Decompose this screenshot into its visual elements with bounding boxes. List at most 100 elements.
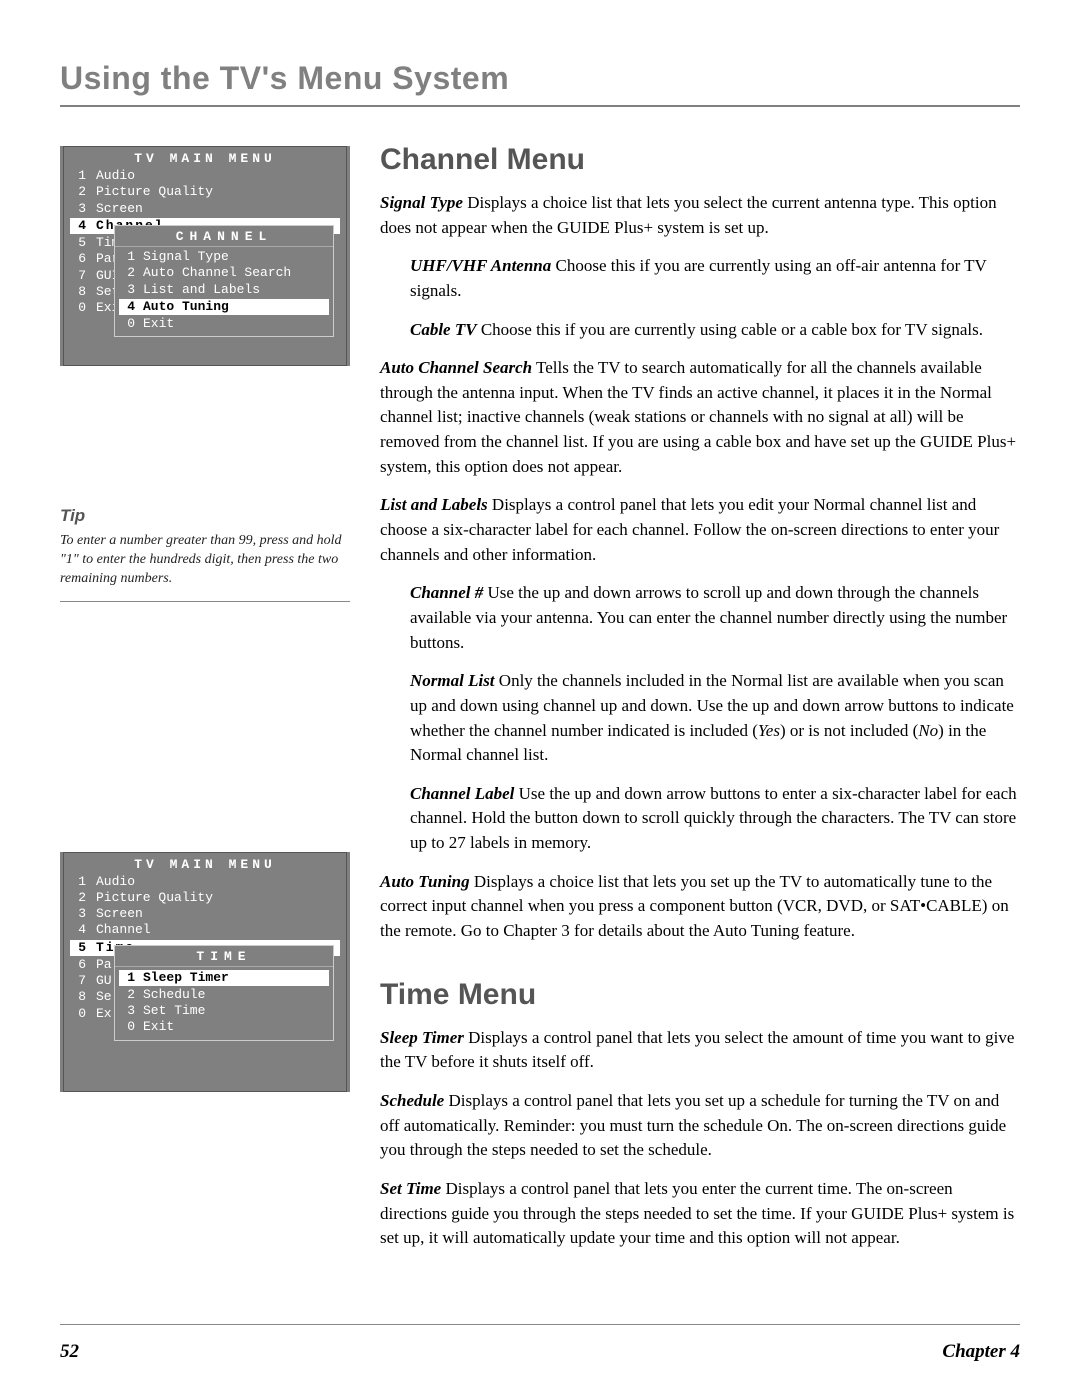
menu-item-number: 7 <box>74 268 86 284</box>
menu-item-label: Screen <box>96 201 336 217</box>
menu-item-number: 6 <box>74 251 86 267</box>
menu-item-label: Channel <box>96 922 336 938</box>
time-menu-heading: Time Menu <box>380 978 1020 1012</box>
menu-item-number: 4 <box>74 922 86 938</box>
channel-submenu: CHANNEL 1 Signal Type2Auto Channel Search… <box>114 225 334 337</box>
paragraph: List and Labels Displays a control panel… <box>380 493 1020 567</box>
menu-item-number: 1 <box>123 249 135 265</box>
divider <box>60 601 350 602</box>
emphasis: Yes <box>758 721 780 740</box>
submenu-item: 1 Signal Type <box>121 249 327 265</box>
term-channel-number: Channel # <box>410 583 483 602</box>
paragraph: Channel Label Use the up and down arrow … <box>410 782 1020 856</box>
divider <box>60 1324 1020 1325</box>
main-menu-item: 3 Screen <box>72 906 338 922</box>
menu-item-label: Screen <box>96 906 336 922</box>
menu-item-number: 8 <box>74 284 86 300</box>
text: Choose this if you are currently using c… <box>477 320 983 339</box>
submenu-item: 3 Set Time <box>121 1003 327 1019</box>
page-number: 52 <box>60 1341 79 1363</box>
main-menu-item: 2 Picture Quality <box>72 184 338 200</box>
time-submenu: TIME 1Sleep Timer2Schedule3 Set Time0Exit <box>114 945 334 1041</box>
paragraph: Signal Type Displays a choice list that … <box>380 191 1020 240</box>
submenu-item: 2Schedule <box>121 987 327 1003</box>
menu-item-number: 0 <box>123 1019 135 1035</box>
menu-item-number: 5 <box>74 940 86 956</box>
menu-item-number: 3 <box>74 201 86 217</box>
time-submenu-title: TIME <box>115 946 333 967</box>
term-list-and-labels: List and Labels <box>380 495 488 514</box>
menu-item-number: 8 <box>74 989 86 1005</box>
menu-item-number: 2 <box>74 890 86 906</box>
menu-item-label: List and Labels <box>143 282 325 298</box>
menu-item-label: Audio <box>96 874 336 890</box>
text: Displays a control panel that lets you s… <box>380 1091 1006 1159</box>
channel-submenu-title: CHANNEL <box>115 226 333 247</box>
menu-item-label: Exit <box>143 316 325 332</box>
chapter-label: Chapter 4 <box>942 1341 1020 1363</box>
menu-item-number: 7 <box>74 973 86 989</box>
paragraph: Normal List Only the channels included i… <box>410 669 1020 768</box>
menu-item-number: 0 <box>123 316 135 332</box>
submenu-item: 0Exit <box>121 1019 327 1035</box>
paragraph: Set Time Displays a control panel that l… <box>380 1177 1020 1251</box>
page-title: Using the TV's Menu System <box>60 60 1020 107</box>
text: Use the up and down arrows to scroll up … <box>410 583 1007 651</box>
menu-item-label: Picture Quality <box>96 890 336 906</box>
menu-item-number: 5 <box>74 235 86 251</box>
emphasis: No <box>918 721 938 740</box>
menu-item-number: 3 <box>74 906 86 922</box>
term-cable-tv: Cable TV <box>410 320 477 339</box>
menu-item-label: Schedule <box>143 987 325 1003</box>
paragraph: Schedule Displays a control panel that l… <box>380 1089 1020 1163</box>
tv-main-menu-title: TV MAIN MENU <box>64 147 346 168</box>
channel-menu-heading: Channel Menu <box>380 143 1020 177</box>
paragraph: Cable TV Choose this if you are currentl… <box>410 318 1020 343</box>
term-sleep-timer: Sleep Timer <box>380 1028 464 1047</box>
term-set-time: Set Time <box>380 1179 441 1198</box>
tip-heading: Tip <box>60 506 350 526</box>
main-menu-item: 2 Picture Quality <box>72 890 338 906</box>
paragraph: UHF/VHF Antenna Choose this if you are c… <box>410 254 1020 303</box>
tv-menu-channel: TV MAIN MENU 1Audio2Picture Quality3Scre… <box>60 146 350 366</box>
menu-item-number: 6 <box>74 957 86 973</box>
paragraph: Sleep Timer Displays a control panel tha… <box>380 1026 1020 1075</box>
term-auto-channel-search: Auto Channel Search <box>380 358 532 377</box>
submenu-item: 0 Exit <box>121 316 327 332</box>
menu-item-number: 1 <box>74 874 86 890</box>
term-signal-type: Signal Type <box>380 193 463 212</box>
tip-text: To enter a number greater than 99, press… <box>60 532 350 589</box>
term-channel-label: Channel Label <box>410 784 514 803</box>
paragraph: Auto Channel Search Tells the TV to sear… <box>380 356 1020 479</box>
text: Displays a control panel that lets you e… <box>380 1179 1014 1247</box>
menu-item-number: 0 <box>74 1006 86 1022</box>
menu-item-number: 2 <box>123 265 135 281</box>
term-schedule: Schedule <box>380 1091 444 1110</box>
term-uhf-vhf: UHF/VHF Antenna <box>410 256 551 275</box>
text: ) or is not included ( <box>780 721 918 740</box>
tv-main-menu-title: TV MAIN MENU <box>64 853 346 874</box>
menu-item-label: Set Time <box>143 1003 325 1019</box>
paragraph: Auto Tuning Displays a choice list that … <box>380 870 1020 944</box>
menu-item-number: 3 <box>123 1003 135 1019</box>
text: Displays a choice list that lets you set… <box>380 872 1009 940</box>
menu-item-label: Picture Quality <box>96 184 336 200</box>
menu-item-number: 3 <box>123 282 135 298</box>
submenu-item: 3 List and Labels <box>121 282 327 298</box>
text: Displays a control panel that lets you s… <box>380 1028 1014 1072</box>
menu-item-number: 1 <box>74 168 86 184</box>
main-menu-item: 4 Channel <box>72 922 338 938</box>
submenu-item: 1Sleep Timer <box>119 970 329 986</box>
menu-item-label: Signal Type <box>143 249 325 265</box>
submenu-item: 2Auto Channel Search <box>121 265 327 281</box>
menu-item-number: 0 <box>74 300 86 316</box>
text: Displays a choice list that lets you sel… <box>380 193 997 237</box>
main-menu-item: 1Audio <box>72 168 338 184</box>
term-auto-tuning: Auto Tuning <box>380 872 470 891</box>
tv-menu-time: TV MAIN MENU 1 Audio 2 Picture Quality 3 Scre… <box>60 852 350 1092</box>
submenu-item: 4Auto Tuning <box>119 299 329 315</box>
menu-item-number: 4 <box>123 299 135 315</box>
menu-item-number: 4 <box>74 218 86 234</box>
menu-item-number: 2 <box>74 184 86 200</box>
term-normal-list: Normal List <box>410 671 495 690</box>
